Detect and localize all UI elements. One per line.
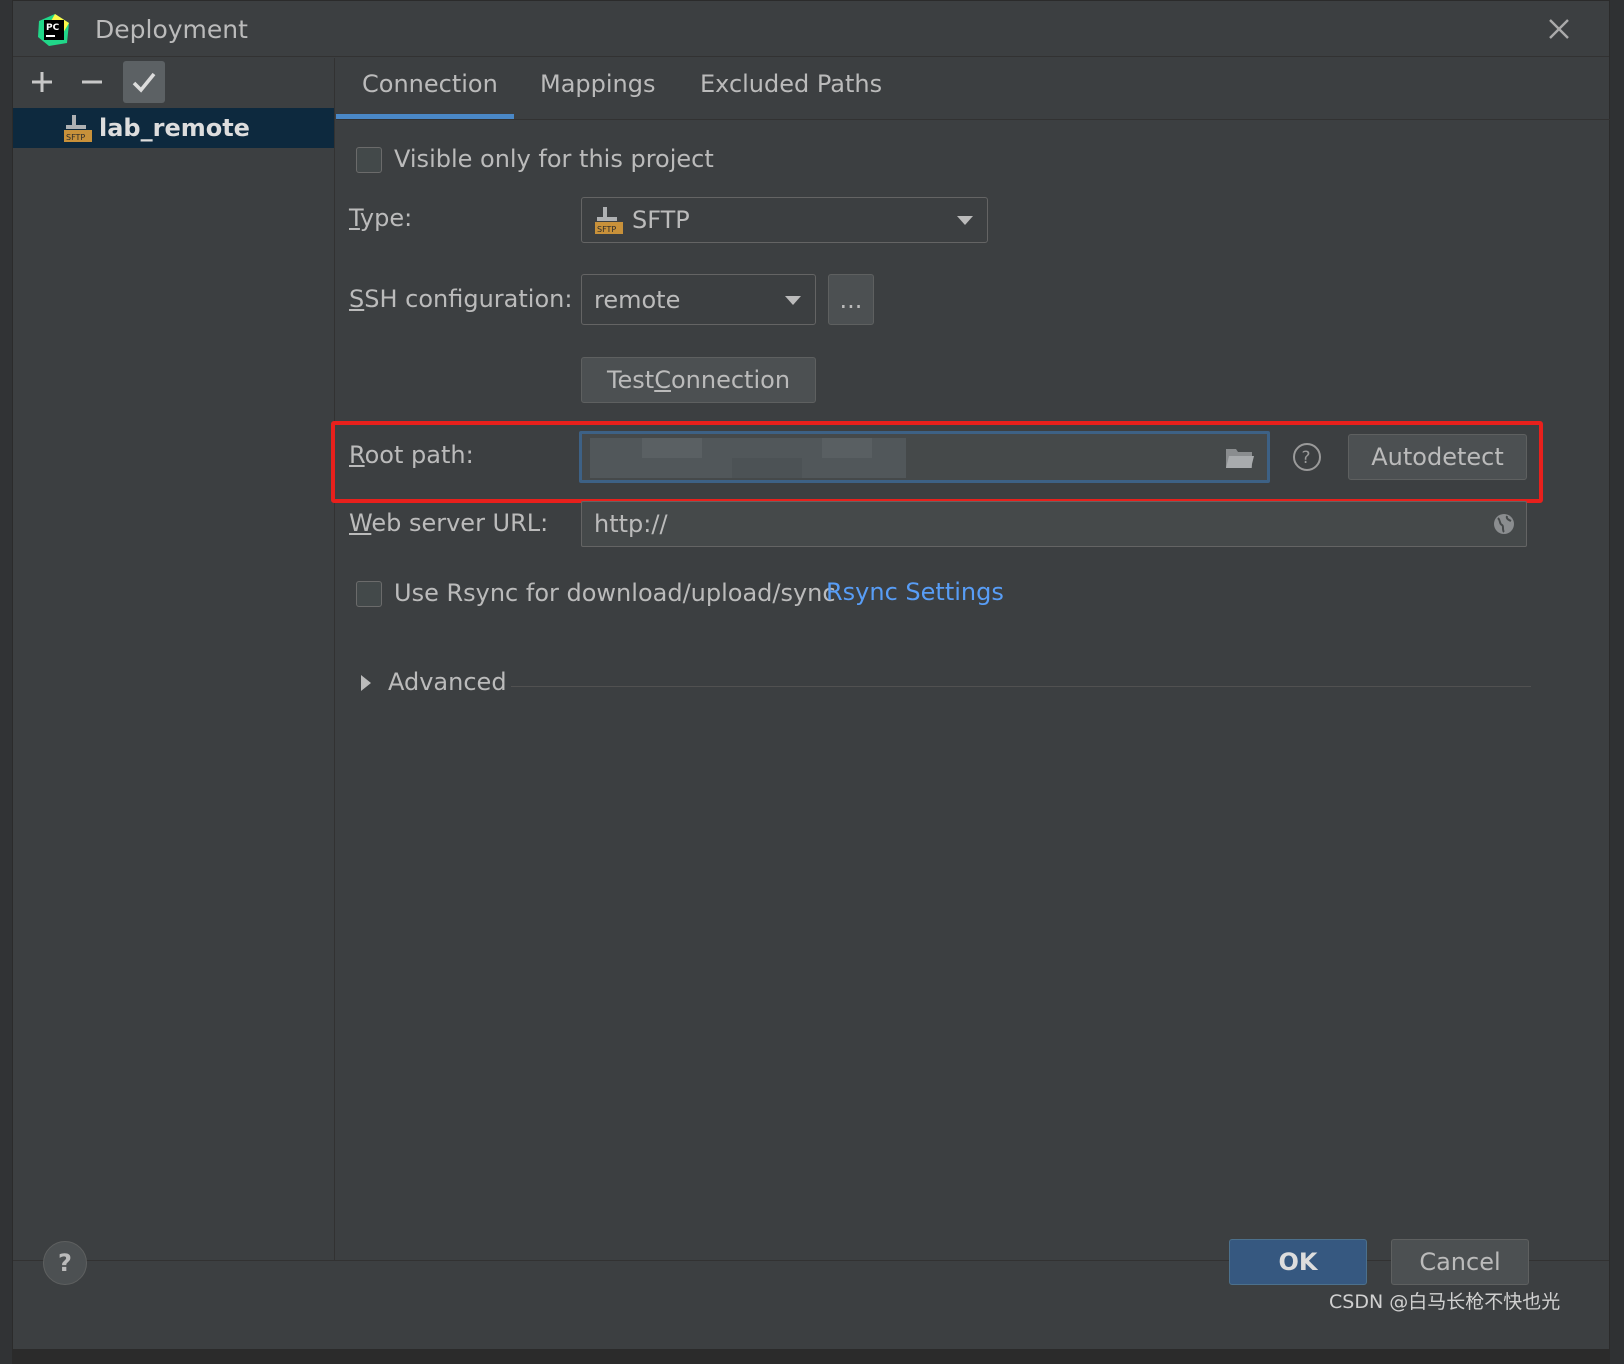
ssh-configuration-dropdown[interactable]: remote [581,274,816,325]
visible-only-checkbox[interactable] [356,147,382,173]
sftp-server-icon: SFTP [64,115,92,142]
background-window-strip-right [1610,0,1624,1364]
globe-icon[interactable] [1492,512,1516,536]
chevron-down-icon [957,216,973,225]
svg-text:SFTP: SFTP [597,225,616,234]
server-list-item[interactable]: SFTP lab_remote [13,108,334,148]
tab-connection[interactable]: Connection [362,70,498,98]
ssh-configuration-browse-button[interactable]: ... [828,274,874,325]
ssh-configuration-value: remote [594,285,681,314]
set-default-server-button[interactable] [123,61,165,103]
selected-tab-indicator [336,114,514,119]
server-list-panel: SFTP lab_remote [13,58,335,1260]
server-name-label: lab_remote [99,114,250,142]
type-value: SFTP [632,206,690,234]
minus-icon [82,80,102,84]
visible-only-label: Visible only for this project [394,145,714,173]
annotation-highlight-box [331,421,1543,503]
background-window-strip [0,0,12,1364]
type-label: Type: [349,204,413,232]
advanced-separator [511,686,1531,687]
csdn-watermark: CSDN @白马长枪不快也光 [1329,1291,1561,1313]
chevron-down-icon [785,296,801,305]
server-list-toolbar [13,58,334,108]
settings-tabs: Connection Mappings Excluded Paths [336,58,1610,120]
footer-divider [13,1260,1609,1261]
advanced-section-label[interactable]: Advanced [388,668,507,696]
dialog-help-button[interactable]: ? [43,1241,87,1285]
deployment-dialog: PC Deployment SFTP lab_remote Connection… [12,0,1610,1350]
dialog-title: Deployment [95,15,248,44]
sftp-type-icon: SFTP [595,207,623,234]
remove-server-button[interactable] [71,61,113,103]
plus-icon [32,72,52,92]
expand-arrow-icon[interactable] [359,673,373,693]
svg-text:PC: PC [46,23,60,33]
checkmark-icon [132,72,156,93]
pycharm-app-icon: PC [38,14,69,46]
type-dropdown[interactable]: SFTP SFTP [581,197,988,243]
add-server-button[interactable] [21,61,63,103]
test-connection-button[interactable]: Test Connection [581,357,816,403]
title-bar: PC Deployment [13,1,1609,57]
use-rsync-label: Use Rsync for download/upload/sync [394,579,836,607]
web-server-url-value: http:// [594,510,668,538]
rsync-settings-link[interactable]: Rsync Settings [826,578,1004,606]
use-rsync-checkbox[interactable] [356,581,382,607]
cancel-button[interactable]: Cancel [1391,1239,1529,1285]
web-server-url-input[interactable]: http:// [581,501,1527,547]
tab-excluded-paths[interactable]: Excluded Paths [700,70,882,98]
svg-text:SFTP: SFTP [66,133,85,142]
web-server-url-label: Web server URL: [349,509,549,537]
ssh-configuration-label: SSH configuration: [349,285,573,313]
ok-button[interactable]: OK [1229,1239,1367,1285]
tab-mappings[interactable]: Mappings [540,70,656,98]
close-icon[interactable] [1545,15,1573,43]
